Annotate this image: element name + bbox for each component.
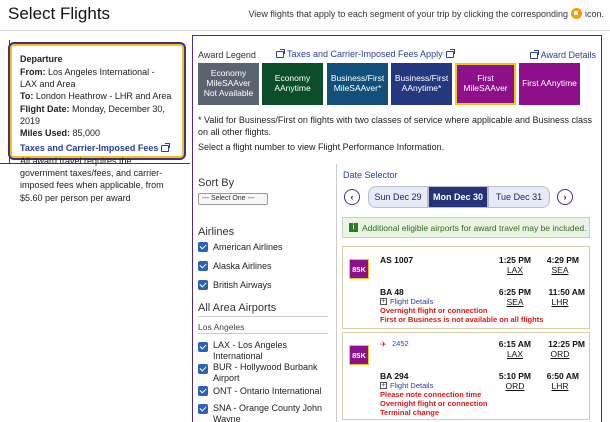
flight-number[interactable]: BA 294 xyxy=(380,371,409,381)
depart-airport[interactable]: LAX xyxy=(497,265,533,275)
flight-details-link[interactable]: + Flight Details xyxy=(380,381,433,390)
info-icon: i xyxy=(349,223,358,232)
taxes-note: All award travel requires the government… xyxy=(20,156,164,203)
award-badge[interactable]: 85K xyxy=(349,345,369,365)
departure-from: From: Los Angeles International - LAX an… xyxy=(20,67,155,90)
departure-heading: Departure xyxy=(20,54,63,64)
legend-economy-aanytime: Economy AAnytime xyxy=(262,63,323,105)
airline-label-american: American Airlines xyxy=(213,242,283,252)
airline-label-british: British Airways xyxy=(213,280,272,290)
segment-icon xyxy=(570,8,582,19)
departure-date: Flight Date: Monday, December 30, 2019 xyxy=(20,103,165,126)
select-flight-note: Select a flight number to view Flight Pe… xyxy=(198,142,445,152)
airport-label-ont: ONT - Ontario International xyxy=(213,386,322,396)
depart-time: 1:25 PM xyxy=(498,255,531,265)
external-link-icon xyxy=(161,142,171,152)
airport-label-sna: SNA - Orange County John Wayne xyxy=(213,403,323,422)
flight-card[interactable]: 85K AS 1007 1:25 PM LAX 4:29 PM SEA BA 4… xyxy=(342,246,590,329)
departure-miles: Miles Used: 85,000 xyxy=(20,127,101,138)
airport-checkbox-ont[interactable] xyxy=(198,386,208,396)
airline-checkbox-american[interactable] xyxy=(198,242,208,252)
external-link-icon xyxy=(276,48,285,58)
cabin-warning: First or Business is not available on al… xyxy=(380,315,544,324)
date-tab-prev[interactable]: Sun Dec 29 xyxy=(368,186,428,208)
depart-airport[interactable]: LAX xyxy=(497,349,533,359)
airport-checkbox-sna[interactable] xyxy=(198,404,208,414)
page-title: Select Flights xyxy=(8,4,111,23)
arrive-airport[interactable]: SEA xyxy=(542,265,578,275)
arrive-time: 4:29 PM xyxy=(546,255,579,265)
airport-checkbox-lax[interactable] xyxy=(198,342,208,352)
flight-card[interactable]: 85K ✈ 2452 6:15 AM LAX 12:25 PM ORD BA 29… xyxy=(342,332,590,420)
sort-select[interactable]: --- Select One --- xyxy=(198,193,268,205)
flight-number[interactable]: AS 1007 xyxy=(380,255,413,265)
legend-business-aanytime: Business/First AAnytime* xyxy=(391,63,452,105)
arrive-time: 12:25 PM xyxy=(548,339,585,349)
award-badge[interactable]: 85K xyxy=(349,259,369,279)
terminal-warning: Terminal change xyxy=(380,408,440,417)
connection-warning: Please note connection time xyxy=(380,390,482,399)
depart-time: 5:10 PM xyxy=(498,371,531,381)
prev-date-button[interactable]: ‹ xyxy=(344,189,360,205)
next-date-button[interactable]: › xyxy=(557,189,573,205)
external-link-icon xyxy=(445,48,455,58)
city-heading: Los Angeles xyxy=(198,322,245,332)
taxes-apply-link[interactable]: Taxes and Carrier-Imposed Fees Apply xyxy=(276,48,455,59)
depart-time: 6:15 AM xyxy=(498,339,531,349)
additional-airports-notice: i Additional eligible airports for award… xyxy=(342,217,590,238)
codeshare-flight[interactable]: ✈ 2452 xyxy=(380,339,409,349)
award-legend-label: Award Legend xyxy=(198,50,256,60)
expand-icon: + xyxy=(380,382,387,389)
departure-summary: Departure From: Los Angeles Internationa… xyxy=(10,44,184,203)
arrive-airport[interactable]: LHR xyxy=(542,381,578,391)
depart-time: 6:25 PM xyxy=(498,287,531,297)
depart-airport[interactable]: SEA xyxy=(497,297,533,307)
date-selector-label: Date Selector xyxy=(343,170,398,180)
divider xyxy=(198,316,328,317)
column-divider xyxy=(336,164,337,422)
external-link-icon xyxy=(529,49,539,59)
depart-airport[interactable]: ORD xyxy=(497,381,533,391)
flight-number[interactable]: BA 48 xyxy=(380,287,404,297)
airline-label-alaska: Alaska Airlines xyxy=(213,261,272,271)
sort-by-heading: Sort By xyxy=(198,177,235,189)
airports-heading: All Area Airports xyxy=(198,302,277,314)
header-divider xyxy=(0,30,610,31)
legend-first-milesaaver: First MileSAAver xyxy=(455,63,516,105)
legend-economy-milesaaver: Economy MileSAAver Not Available xyxy=(198,63,259,105)
flight-details-link[interactable]: + Flight Details xyxy=(380,297,433,306)
arrive-airport[interactable]: ORD xyxy=(542,349,578,359)
legend-first-aanytime: First AAnytime xyxy=(519,63,580,105)
arrive-time: 11:50 AM xyxy=(548,287,585,297)
airline-checkbox-british[interactable] xyxy=(198,280,208,290)
arrive-airport[interactable]: LHR xyxy=(542,297,578,307)
segment-hint-text: View flights that apply to each segment … xyxy=(248,8,568,19)
airport-checkbox-bur[interactable] xyxy=(198,364,208,374)
departure-to: To: London Heathrow - LHR and Area xyxy=(20,91,172,102)
overnight-warning: Overnight flight or connection xyxy=(380,306,488,315)
taxes-fees-link[interactable]: Taxes and Carrier-Imposed Fees xyxy=(20,142,174,154)
airport-label-bur: BUR - Hollywood Burbank Airport xyxy=(213,362,318,383)
valid-note: * Valid for Business/First on flights wi… xyxy=(198,115,593,138)
segment-hint: View flights that apply to each segment … xyxy=(248,8,604,19)
expand-icon: + xyxy=(380,298,387,305)
segment-hint-suffix: icon. xyxy=(584,8,604,19)
arrive-time: 6:50 AM xyxy=(546,371,579,381)
airplane-icon: ✈ xyxy=(380,339,387,349)
legend-business-milesaaver: Business/First MileSAAver* xyxy=(327,63,388,105)
date-tab-current[interactable]: Mon Dec 30 xyxy=(428,186,488,208)
chevron-right-icon: › xyxy=(563,192,567,202)
airport-label-lax: LAX - Los Angeles International xyxy=(213,340,288,361)
divider xyxy=(198,333,328,334)
award-details-link[interactable]: Award Details xyxy=(529,49,596,60)
date-tab-next[interactable]: Tue Dec 31 xyxy=(488,186,550,208)
airline-checkbox-alaska[interactable] xyxy=(198,261,208,271)
additional-airports-text: Additional eligible airports for award t… xyxy=(362,222,587,233)
airlines-heading: Airlines xyxy=(198,226,235,238)
overnight-warning: Overnight flight or connection xyxy=(380,399,488,408)
chevron-left-icon: ‹ xyxy=(350,192,354,202)
